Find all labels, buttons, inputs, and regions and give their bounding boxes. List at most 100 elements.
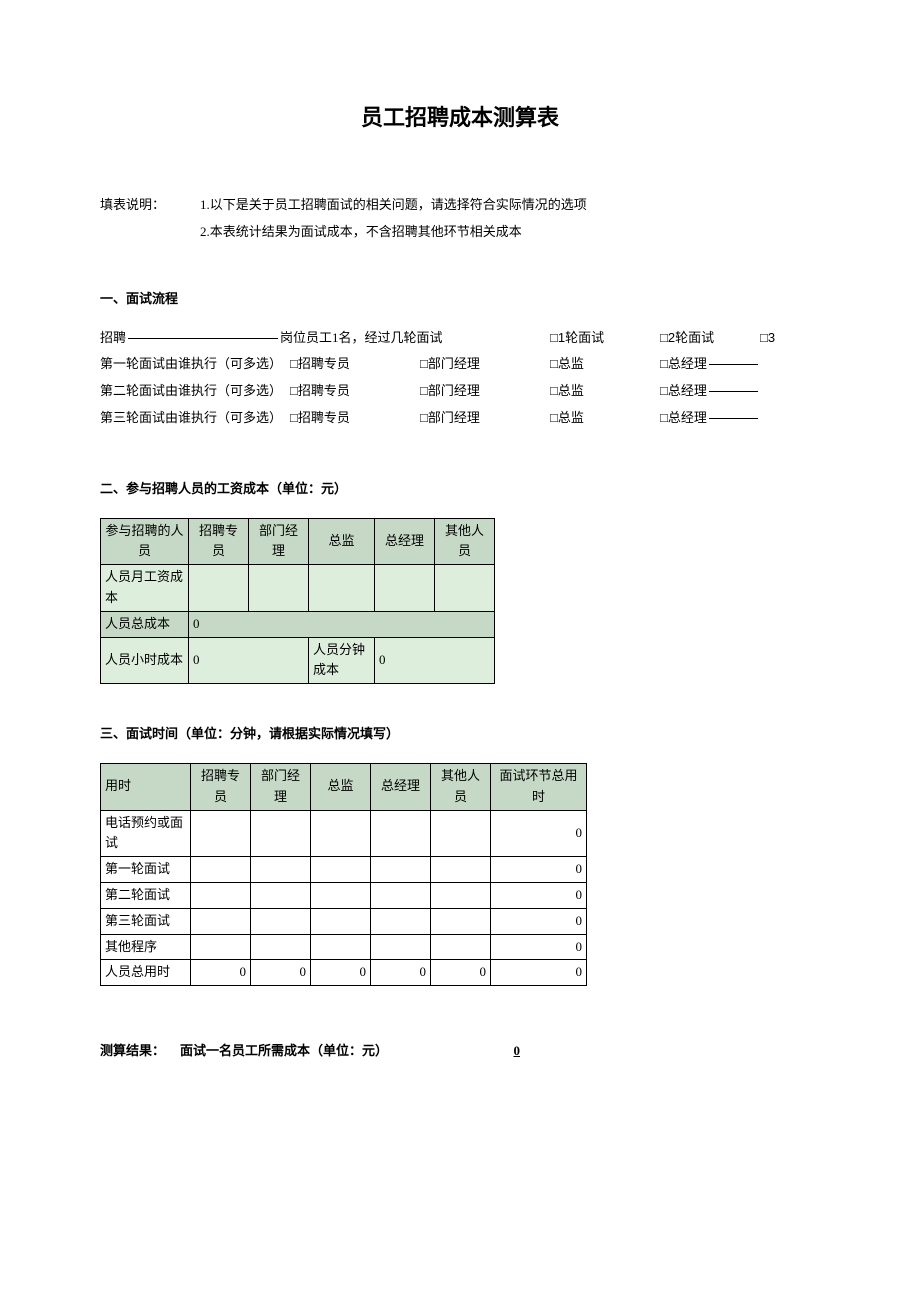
t3-row-2-c0: 第二轮面试 <box>101 882 191 908</box>
checkbox-r2-director[interactable]: □总监 <box>550 381 584 402</box>
t2-r3b-val: 0 <box>375 637 495 684</box>
t2-h0: 参与招聘的人员 <box>101 518 189 565</box>
t2-r1-c4[interactable] <box>375 565 435 612</box>
t3-h6: 面试环节总用时 <box>491 763 587 810</box>
section-2-header: 二、参与招聘人员的工资成本（单位：元） <box>100 479 820 500</box>
blank-position-input[interactable] <box>128 338 278 339</box>
t2-r2-val: 0 <box>189 611 495 637</box>
t3-h3: 总监 <box>311 763 371 810</box>
result-value: 0 <box>460 1041 520 1062</box>
instructions-line-1: 1.以下是关于员工招聘面试的相关问题，请选择符合实际情况的选项 <box>200 195 587 216</box>
checkbox-r2-recruiter[interactable]: □招聘专员 <box>290 381 350 402</box>
t3-row-5-c2[interactable]: 0 <box>251 960 311 986</box>
t3-row-1-c4[interactable] <box>371 857 431 883</box>
result-label: 测算结果： <box>100 1041 180 1062</box>
t2-r2-label: 人员总成本 <box>101 611 189 637</box>
t3-row-0-c3[interactable] <box>311 810 371 857</box>
checkbox-3-round[interactable]: □3 <box>760 328 775 349</box>
checkbox-r1-recruiter[interactable]: □招聘专员 <box>290 354 350 375</box>
checkbox-r1-gm[interactable]: □总经理 <box>660 354 707 375</box>
t3-row-5-c1[interactable]: 0 <box>191 960 251 986</box>
t3-row-3-c4[interactable] <box>371 908 431 934</box>
t3-row-0-c1[interactable] <box>191 810 251 857</box>
blank-r1-other[interactable] <box>709 364 758 365</box>
t3-row-0-c4[interactable] <box>371 810 431 857</box>
instructions-block: 填表说明： 1.以下是关于员工招聘面试的相关问题，请选择符合实际情况的选项 2.… <box>100 195 820 249</box>
t3-row-4-c0: 其他程序 <box>101 934 191 960</box>
t3-h1: 招聘专员 <box>191 763 251 810</box>
document-title: 员工招聘成本测算表 <box>100 100 820 135</box>
t3-row-3-c1[interactable] <box>191 908 251 934</box>
t2-h1: 招聘专员 <box>189 518 249 565</box>
t3-row-1-c1[interactable] <box>191 857 251 883</box>
checkbox-r3-recruiter[interactable]: □招聘专员 <box>290 408 350 429</box>
t2-r1-c5[interactable] <box>435 565 495 612</box>
t3-row-0-c0: 电话预约或面试 <box>101 810 191 857</box>
t3-row-5-c5[interactable]: 0 <box>431 960 491 986</box>
checkbox-r3-manager[interactable]: □部门经理 <box>420 408 480 429</box>
t3-h0: 用时 <box>101 763 191 810</box>
s1r2-label: 第一轮面试由谁执行（可多选） <box>100 354 290 375</box>
section1-row-position: 招聘 岗位员工1名，经过几轮面试 □1轮面试 □2轮面试 □3 <box>100 328 820 349</box>
t3-row-3-c6: 0 <box>491 908 587 934</box>
result-text: 面试一名员工所需成本（单位：元） <box>180 1041 460 1062</box>
section-3-header: 三、面试时间（单位：分钟，请根据实际情况填写） <box>100 724 820 745</box>
section-1-header: 一、面试流程 <box>100 289 820 310</box>
t3-h2: 部门经理 <box>251 763 311 810</box>
t3-row-5-c4[interactable]: 0 <box>371 960 431 986</box>
t2-h5: 其他人员 <box>435 518 495 565</box>
t3-row-4-c6: 0 <box>491 934 587 960</box>
t2-h2: 部门经理 <box>249 518 309 565</box>
t3-row-5-c0: 人员总用时 <box>101 960 191 986</box>
t3-row-1-c0: 第一轮面试 <box>101 857 191 883</box>
t3-row-4-c1[interactable] <box>191 934 251 960</box>
checkbox-r1-manager[interactable]: □部门经理 <box>420 354 480 375</box>
t2-r3a-label: 人员小时成本 <box>101 637 189 684</box>
checkbox-1-round[interactable]: □1轮面试 <box>550 328 604 349</box>
instructions-label: 填表说明： <box>100 195 200 249</box>
t3-h4: 总经理 <box>371 763 431 810</box>
t3-row-3-c2[interactable] <box>251 908 311 934</box>
checkbox-r3-gm[interactable]: □总经理 <box>660 408 707 429</box>
t3-row-0-c5[interactable] <box>431 810 491 857</box>
s1r3-label: 第二轮面试由谁执行（可多选） <box>100 381 290 402</box>
t3-row-0-c2[interactable] <box>251 810 311 857</box>
t2-h4: 总经理 <box>375 518 435 565</box>
t3-row-1-c3[interactable] <box>311 857 371 883</box>
t2-r1-c2[interactable] <box>249 565 309 612</box>
t3-row-2-c3[interactable] <box>311 882 371 908</box>
t3-row-5-c3[interactable]: 0 <box>311 960 371 986</box>
t3-h5: 其他人员 <box>431 763 491 810</box>
result-row: 测算结果： 面试一名员工所需成本（单位：元） 0 <box>100 1041 820 1062</box>
checkbox-r2-manager[interactable]: □部门经理 <box>420 381 480 402</box>
checkbox-r2-gm[interactable]: □总经理 <box>660 381 707 402</box>
instructions-line-2: 2.本表统计结果为面试成本，不含招聘其他环节相关成本 <box>200 222 587 243</box>
s1r4-label: 第三轮面试由谁执行（可多选） <box>100 408 290 429</box>
t3-row-2-c5[interactable] <box>431 882 491 908</box>
checkbox-r1-director[interactable]: □总监 <box>550 354 584 375</box>
t3-row-4-c5[interactable] <box>431 934 491 960</box>
t3-row-3-c5[interactable] <box>431 908 491 934</box>
s1r1-prefix: 招聘 <box>100 328 126 349</box>
t3-row-2-c6: 0 <box>491 882 587 908</box>
t3-row-4-c2[interactable] <box>251 934 311 960</box>
t3-row-1-c5[interactable] <box>431 857 491 883</box>
t2-r1-c3[interactable] <box>309 565 375 612</box>
t2-r3a-val: 0 <box>189 637 309 684</box>
checkbox-2-round[interactable]: □2轮面试 <box>660 328 714 349</box>
blank-r3-other[interactable] <box>709 418 758 419</box>
section1-row-round1: 第一轮面试由谁执行（可多选） □招聘专员 □部门经理 □总监 □总经理 <box>100 354 820 375</box>
t3-row-1-c2[interactable] <box>251 857 311 883</box>
t3-row-3-c3[interactable] <box>311 908 371 934</box>
table-salary-cost: 参与招聘的人员 招聘专员 部门经理 总监 总经理 其他人员 人员月工资成本 人员… <box>100 518 495 685</box>
t3-row-4-c4[interactable] <box>371 934 431 960</box>
t3-row-2-c4[interactable] <box>371 882 431 908</box>
t3-row-2-c2[interactable] <box>251 882 311 908</box>
t2-r1-label: 人员月工资成本 <box>101 565 189 612</box>
section1-row-round3: 第三轮面试由谁执行（可多选） □招聘专员 □部门经理 □总监 □总经理 <box>100 408 820 429</box>
t3-row-4-c3[interactable] <box>311 934 371 960</box>
t3-row-2-c1[interactable] <box>191 882 251 908</box>
blank-r2-other[interactable] <box>709 391 758 392</box>
checkbox-r3-director[interactable]: □总监 <box>550 408 584 429</box>
t2-r1-c1[interactable] <box>189 565 249 612</box>
